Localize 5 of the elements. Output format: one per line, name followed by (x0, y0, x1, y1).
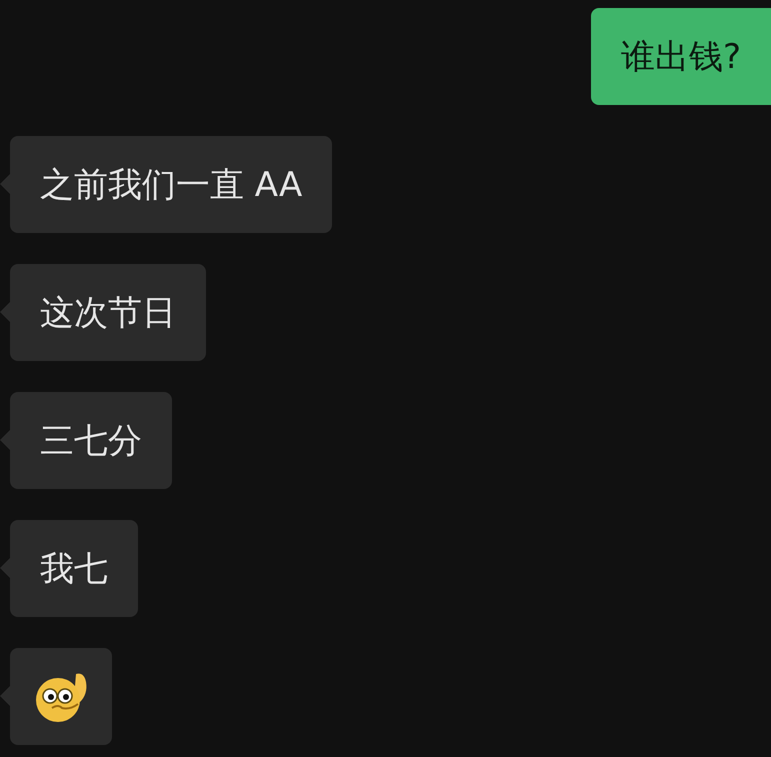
received-message: 三七分 (10, 392, 172, 489)
sent-message: 谁出钱? (590, 8, 771, 105)
received-message: 我七 (10, 520, 138, 617)
received-message: 这次节日 (10, 264, 206, 361)
received-message: 之前我们一直 AA (10, 136, 332, 233)
